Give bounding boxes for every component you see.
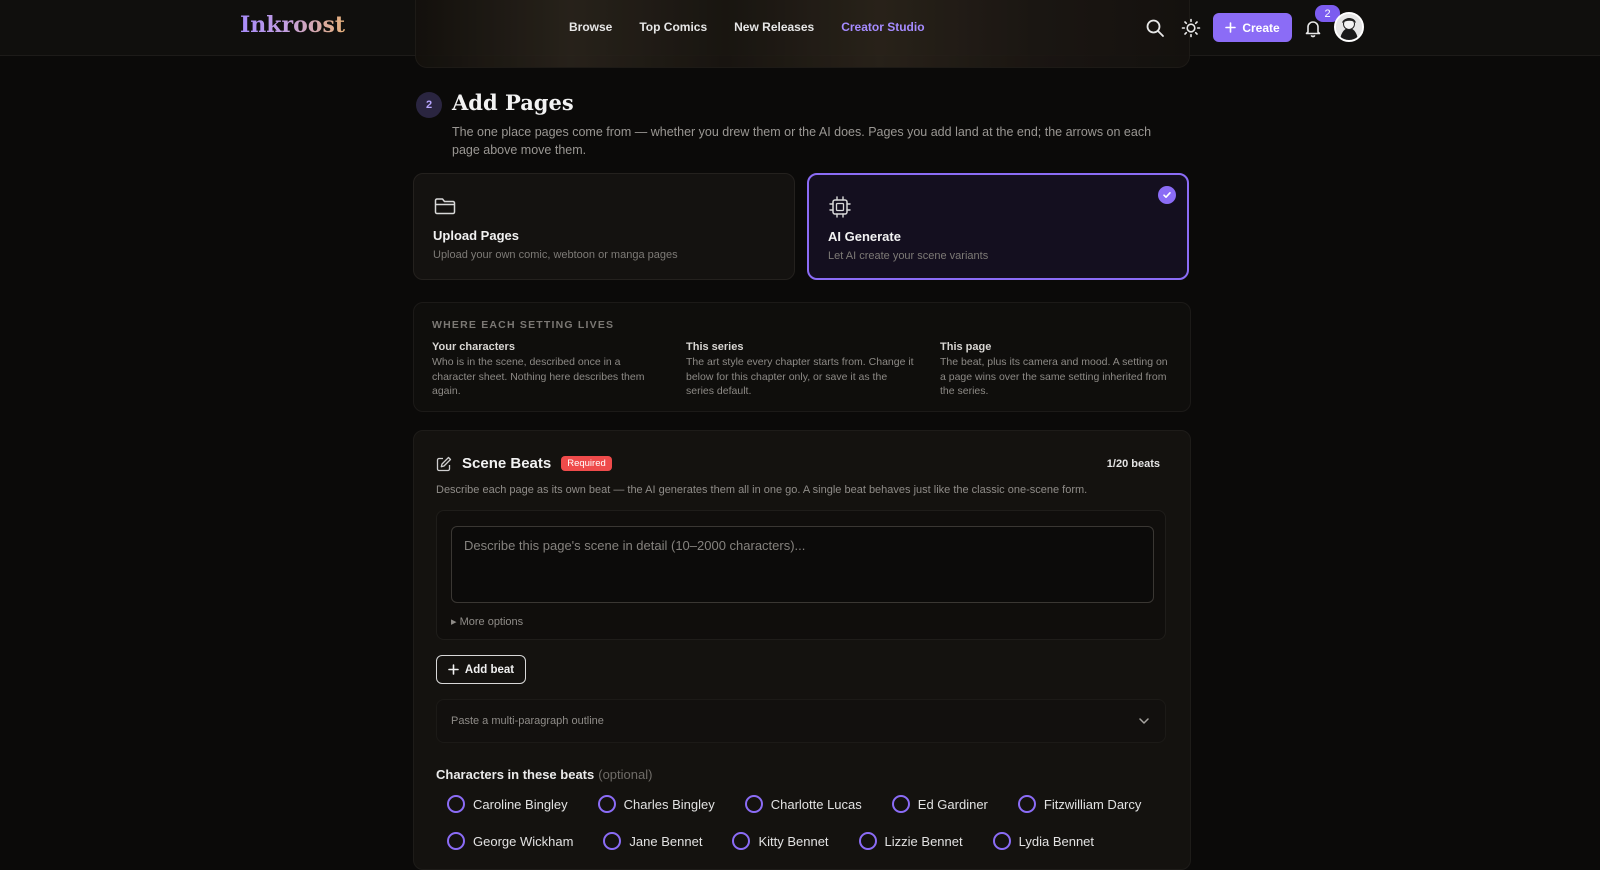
beat-description-input[interactable]	[451, 526, 1154, 603]
plus-icon	[1225, 22, 1237, 33]
character-name: Lizzie Bennet	[884, 833, 963, 849]
beat-card: ▸ More options	[436, 510, 1166, 640]
app-logo[interactable]: Inkroost	[240, 12, 345, 38]
top-navigation-bar: Inkroost Browse Top Comics New Releases …	[0, 0, 1600, 68]
folder-icon	[433, 194, 457, 218]
setting-this-series: This series The art style every chapter …	[686, 341, 918, 399]
upload-pages-subtitle: Upload your own comic, webtoon or manga …	[433, 249, 678, 261]
character-name: Kitty Bennet	[758, 833, 829, 849]
more-options-toggle[interactable]: ▸ More options	[451, 615, 523, 628]
character-checkbox-fitzwilliam-darcy[interactable]: Fitzwilliam Darcy	[1017, 795, 1142, 813]
create-button[interactable]: Create	[1213, 13, 1292, 42]
nav-creator-studio[interactable]: Creator Studio	[841, 20, 924, 34]
search-icon[interactable]	[1144, 17, 1166, 39]
main-nav: Browse Top Comics New Releases Creator S…	[569, 20, 925, 34]
characters-heading-label: Characters in these beats	[436, 767, 595, 782]
page-title: Add Pages	[452, 90, 574, 115]
characters-heading: Characters in these beats (optional)	[436, 767, 652, 782]
settings-heading: WHERE EACH SETTING LIVES	[432, 319, 615, 331]
upload-pages-title: Upload Pages	[433, 228, 519, 243]
setting-your-characters: Your characters Who is in the scene, des…	[432, 341, 664, 399]
character-name: Fitzwilliam Darcy	[1043, 796, 1142, 812]
character-checkbox-jane-bennet[interactable]: Jane Bennet	[603, 832, 702, 850]
nav-browse[interactable]: Browse	[569, 20, 612, 34]
character-name: Charles Bingley	[623, 796, 715, 812]
character-name: George Wickham	[473, 833, 574, 849]
checkbox-circle[interactable]	[858, 832, 877, 850]
character-checkbox-charles-bingley[interactable]: Charles Bingley	[597, 795, 715, 813]
add-beat-button[interactable]: Add beat	[436, 655, 526, 684]
checkbox-circle[interactable]	[447, 795, 465, 813]
settings-info-panel: WHERE EACH SETTING LIVES Your characters…	[413, 302, 1191, 412]
checkbox-circle[interactable]	[1017, 795, 1036, 813]
setting-title: This series	[686, 341, 744, 353]
upload-pages-option[interactable]: Upload Pages Upload your own comic, webt…	[413, 173, 795, 280]
character-checkbox-charlotte-lucas[interactable]: Charlotte Lucas	[744, 795, 862, 813]
setting-title: This page	[940, 341, 992, 353]
selected-check-icon	[1158, 186, 1176, 204]
character-name: Jane Bennet	[629, 833, 703, 849]
setting-title: Your characters	[432, 341, 515, 353]
section-description: The one place pages come from — whether …	[452, 125, 1152, 157]
character-name: Ed Gardiner	[917, 796, 988, 812]
character-checkbox-caroline-bingley[interactable]: Caroline Bingley	[447, 795, 568, 813]
nav-new-releases[interactable]: New Releases	[734, 20, 814, 34]
theme-toggle-sun-icon[interactable]	[1180, 17, 1202, 39]
checkbox-circle[interactable]	[447, 832, 465, 850]
character-checkbox-lizzie-bennet[interactable]: Lizzie Bennet	[858, 832, 963, 850]
checkbox-circle[interactable]	[603, 832, 622, 850]
character-checkbox-ed-gardiner[interactable]: Ed Gardiner	[891, 795, 988, 813]
checkbox-circle[interactable]	[744, 795, 763, 813]
checkbox-circle[interactable]	[732, 832, 751, 850]
header-banner-backdrop	[415, 0, 1190, 68]
character-row-1: Caroline Bingley Charles Bingley Charlot…	[447, 795, 1141, 813]
cpu-chip-icon	[828, 195, 852, 219]
nav-top-comics[interactable]: Top Comics	[639, 20, 707, 34]
character-checkbox-george-wickham[interactable]: George Wickham	[447, 832, 573, 850]
character-name: Caroline Bingley	[473, 796, 568, 812]
required-badge: Required	[561, 456, 612, 471]
chevron-down-icon	[1139, 718, 1149, 724]
checkbox-circle[interactable]	[597, 795, 616, 813]
edit-pencil-icon	[436, 456, 452, 471]
plus-icon	[448, 664, 459, 675]
setting-text: Who is in the scene, described once in a…	[432, 356, 645, 397]
setting-text: The art style every chapter starts from.…	[686, 356, 914, 397]
setting-text: The beat, plus its camera and mood. A se…	[940, 356, 1168, 397]
character-checkbox-kitty-bennet[interactable]: Kitty Bennet	[732, 832, 829, 850]
ai-generate-option[interactable]: AI Generate Let AI create your scene var…	[807, 173, 1189, 280]
setting-this-page: This page The beat, plus its camera and …	[940, 341, 1172, 399]
optional-label: (optional)	[598, 767, 653, 782]
create-button-label: Create	[1242, 20, 1280, 35]
scene-beats-panel: Scene Beats Required 1/20 beats Describe…	[413, 430, 1191, 870]
scene-beats-description: Describe each page as its own beat — the…	[436, 484, 1088, 496]
scene-beats-header: Scene Beats Required	[436, 455, 612, 472]
character-name: Charlotte Lucas	[770, 796, 862, 812]
add-beat-label: Add beat	[464, 663, 515, 676]
checkbox-circle[interactable]	[992, 832, 1011, 850]
character-checkbox-lydia-bennet[interactable]: Lydia Bennet	[992, 832, 1095, 850]
ai-generate-title: AI Generate	[828, 229, 901, 244]
avatar[interactable]	[1334, 12, 1364, 42]
ai-generate-subtitle: Let AI create your scene variants	[828, 250, 989, 262]
checkbox-circle[interactable]	[891, 795, 910, 813]
scene-beats-title: Scene Beats	[462, 455, 552, 472]
paste-outline-expander[interactable]: Paste a multi-paragraph outline	[436, 699, 1166, 743]
step-number-badge: 2	[416, 92, 442, 118]
beats-counter: 1/20 beats	[1106, 458, 1160, 470]
character-row-2: George Wickham Jane Bennet Kitty Bennet …	[447, 832, 1094, 850]
paste-outline-label: Paste a multi-paragraph outline	[451, 715, 604, 727]
character-name: Lydia Bennet	[1018, 833, 1095, 849]
